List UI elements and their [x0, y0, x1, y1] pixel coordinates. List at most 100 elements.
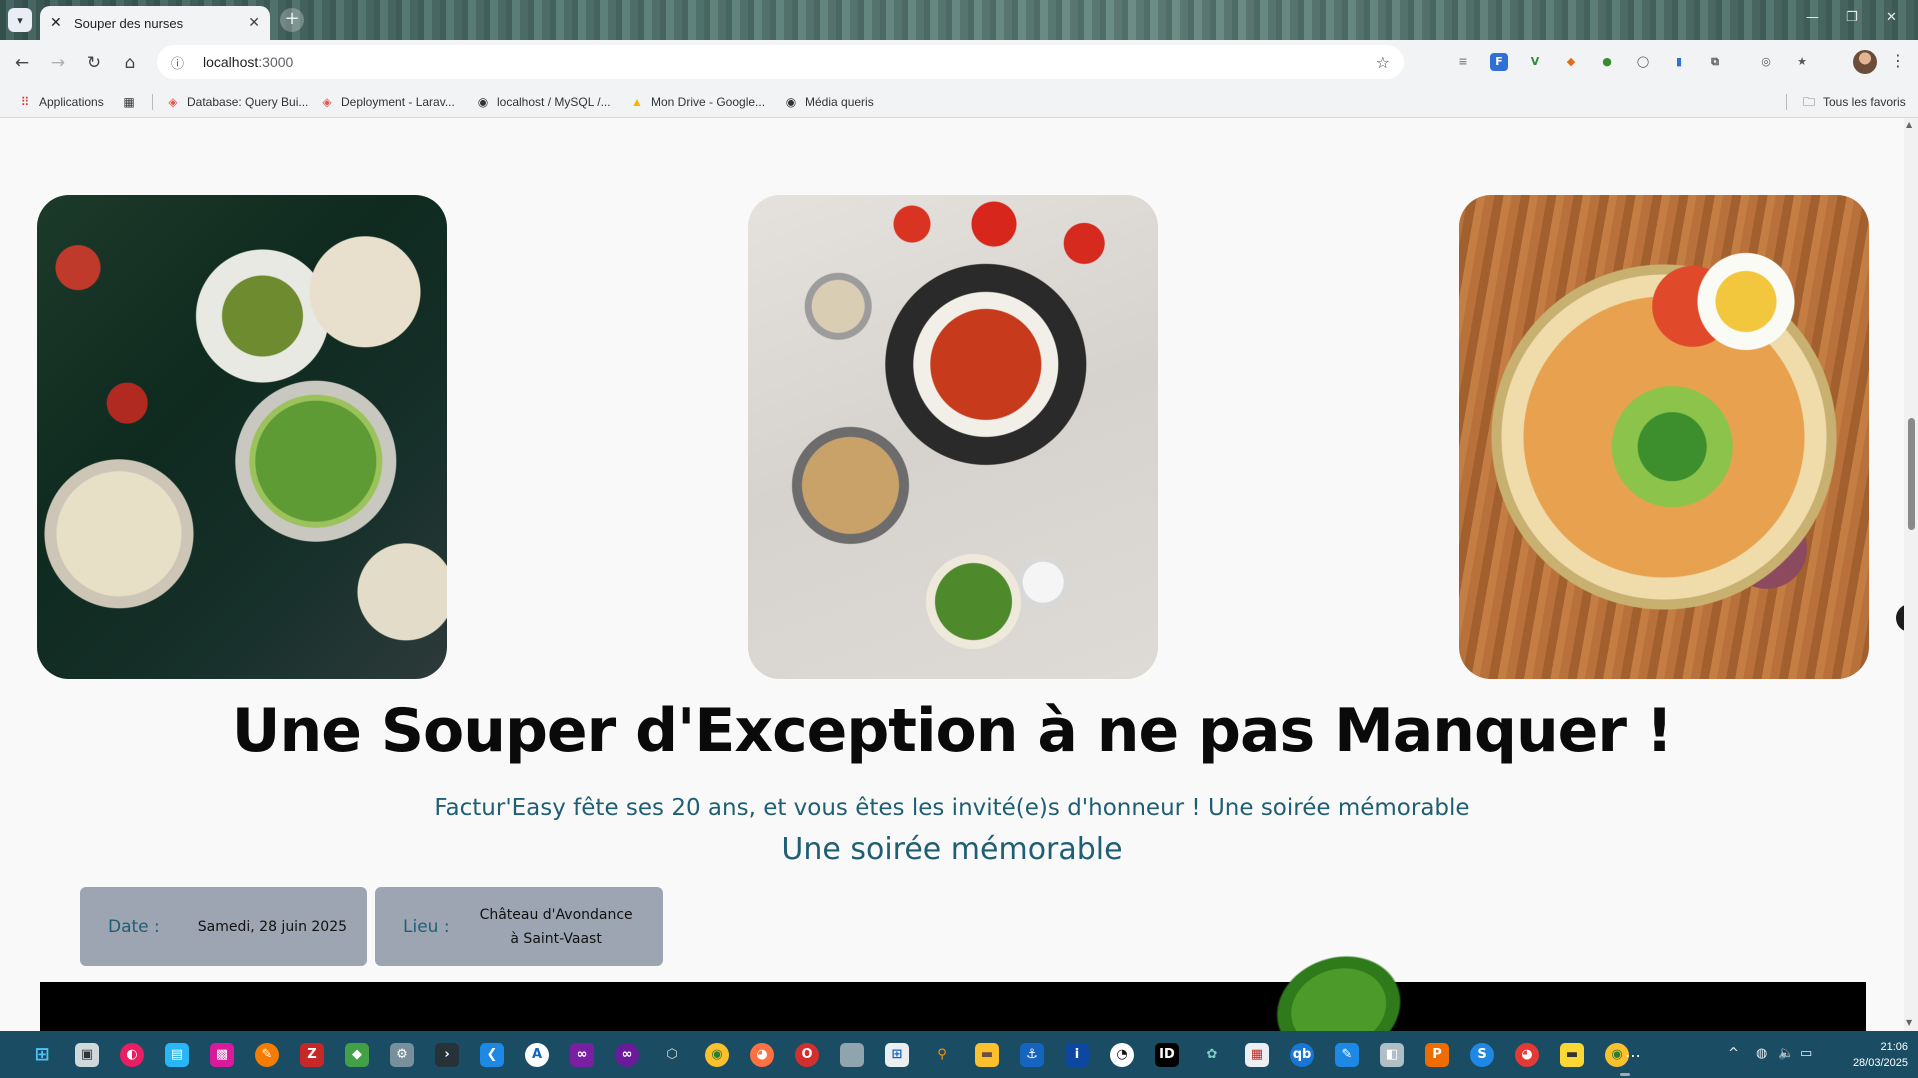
tab-search-button[interactable]: ▾ — [8, 8, 32, 32]
app-icon[interactable]: ⚓ — [1020, 1043, 1044, 1067]
app-icon[interactable]: ✎ — [255, 1043, 279, 1067]
bookmarks-star-icon[interactable]: ★ — [1793, 53, 1811, 71]
scroll-down-icon[interactable]: ▼ — [1906, 1018, 1912, 1027]
new-tab-button[interactable]: + — [280, 8, 304, 32]
url-text: localhost:3000 — [203, 54, 1376, 70]
app-icon[interactable]: ◐ — [120, 1043, 144, 1067]
date-value: Samedi, 28 juin 2025 — [197, 918, 348, 935]
app-icon[interactable]: ID — [1155, 1043, 1179, 1067]
grid-icon: ▦ — [123, 95, 135, 109]
side-floating-button[interactable] — [1896, 604, 1904, 632]
close-window-icon[interactable]: ✕ — [1886, 10, 1897, 25]
app-icon[interactable]: ◔ — [1110, 1043, 1134, 1067]
maximize-icon[interactable]: ❐ — [1846, 10, 1858, 25]
forward-arrow-icon[interactable]: → — [46, 51, 70, 75]
terminal-icon[interactable]: › — [435, 1043, 459, 1067]
app-icon[interactable]: ◕ — [1515, 1043, 1539, 1067]
active-tab[interactable]: ✕ Souper des nurses ✕ — [40, 6, 270, 40]
tab-groups-button[interactable]: ▦ — [122, 92, 143, 112]
hero-subtitle: Factur'Easy fête ses 20 ans, et vous ête… — [434, 795, 1470, 821]
opera-icon[interactable]: O — [795, 1043, 819, 1067]
close-tab-icon[interactable]: ✕ — [248, 15, 260, 31]
chevron-up-icon[interactable]: ^ — [1728, 1046, 1739, 1061]
date-label: Date : — [108, 916, 160, 937]
scroll-up-icon[interactable]: ▲ — [1906, 120, 1912, 129]
reload-icon[interactable]: ↻ — [82, 51, 106, 75]
app-icon[interactable] — [840, 1043, 864, 1067]
windows-start-icon[interactable]: ⊞ — [30, 1043, 54, 1067]
bookmark-applications[interactable]: ⠿ Applications — [18, 92, 104, 112]
bookmark-star-icon[interactable]: ☆ — [1376, 53, 1390, 72]
app-icon[interactable]: ▤ — [165, 1043, 189, 1067]
clock-date: 28/03/2025 — [1852, 1057, 1908, 1069]
app-icon[interactable]: ⚙ — [390, 1043, 414, 1067]
app-icon[interactable]: ◆ — [345, 1043, 369, 1067]
battery-icon[interactable]: ▭ — [1800, 1046, 1812, 1061]
app-icon[interactable]: i — [1065, 1043, 1089, 1067]
location-line-2: à Saint-Vaast — [510, 930, 602, 947]
app-icon[interactable]: ∞ — [570, 1043, 594, 1067]
chrome-icon[interactable]: ◉ — [705, 1043, 729, 1067]
volume-icon[interactable]: 🔈 — [1778, 1046, 1794, 1061]
bookmarks-bar: ⠿ Applications ▦ ◈ Database: Query Bui..… — [0, 85, 1918, 118]
bookmark-phpmyadmin[interactable]: ◉ localhost / MySQL /... — [476, 92, 611, 112]
file-explorer-icon[interactable]: ▬ — [975, 1043, 999, 1067]
food-image-tomato-soup — [748, 195, 1158, 679]
back-arrow-icon[interactable]: ← — [10, 51, 34, 75]
vscode-icon[interactable]: ❮ — [480, 1043, 504, 1067]
page-scrollbar[interactable]: ▲ ▼ — [1904, 118, 1918, 1031]
location-line-1: Château d'Avondance — [479, 906, 633, 923]
more-apps-icon[interactable]: ⋯ — [1625, 1046, 1641, 1065]
site-info-icon[interactable]: ⓘ — [171, 53, 191, 72]
extension-icon[interactable]: ▮ — [1670, 53, 1688, 71]
store-icon[interactable]: ⊞ — [885, 1043, 909, 1067]
food-image-noodle-bowl — [1459, 195, 1869, 679]
extensions-puzzle-icon[interactable]: ⧉ — [1706, 53, 1724, 71]
basil-leaf-decoration — [1248, 927, 1426, 1031]
home-icon[interactable]: ⌂ — [118, 51, 142, 75]
app-icon[interactable]: ∞ — [615, 1043, 639, 1067]
extension-icon[interactable]: ◆ — [1562, 53, 1580, 71]
app-icon[interactable]: A — [525, 1043, 549, 1067]
extension-icon[interactable]: V — [1526, 53, 1544, 71]
extension-icon[interactable]: ≡ — [1454, 53, 1472, 71]
app-icon[interactable]: ⬡ — [660, 1043, 684, 1067]
filezilla-icon[interactable]: Z — [300, 1043, 324, 1067]
globe-icon: ◉ — [477, 95, 489, 109]
bookmark-media-queries[interactable]: ◉ Média queris — [784, 92, 874, 112]
all-bookmarks-folder[interactable]: 🗀 Tous les favoris — [1802, 92, 1906, 112]
scrollbar-thumb[interactable] — [1908, 418, 1915, 530]
bookmark-deployment[interactable]: ◈ Deployment - Larav... — [320, 92, 454, 112]
extension-icon[interactable]: ● — [1598, 53, 1616, 71]
menu-kebab-icon[interactable]: ⋮ — [1890, 51, 1906, 70]
extension-icon[interactable]: ◯ — [1634, 53, 1652, 71]
pdf-icon[interactable]: P — [1425, 1043, 1449, 1067]
system-clock[interactable]: 21:06 28/03/2025 — [1836, 1039, 1908, 1071]
network-icon[interactable]: ◍ — [1756, 1046, 1767, 1061]
search-app-icon[interactable]: ⚲ — [930, 1043, 954, 1067]
app-icon[interactable]: ▦ — [1245, 1043, 1269, 1067]
screenshot-icon[interactable]: ◎ — [1757, 53, 1775, 71]
url-port: :3000 — [258, 54, 294, 70]
app-icon[interactable]: ◧ — [1380, 1043, 1404, 1067]
app-icon[interactable]: qb — [1290, 1043, 1314, 1067]
active-indicator — [1620, 1073, 1630, 1076]
bookmark-google-drive[interactable]: ▲ Mon Drive - Google... — [630, 92, 765, 112]
minimize-icon[interactable]: — — [1806, 10, 1819, 25]
page-viewport: Une Souper d'Exception à ne pas Manquer … — [0, 118, 1904, 1031]
app-icon[interactable]: ✿ — [1200, 1043, 1224, 1067]
laravel-icon: ◈ — [168, 95, 178, 109]
app-icon[interactable]: ✎ — [1335, 1043, 1359, 1067]
skype-icon[interactable]: S — [1470, 1043, 1494, 1067]
bookmark-query-builder[interactable]: ◈ Database: Query Bui... — [166, 92, 308, 112]
task-view-icon[interactable]: ▣ — [75, 1043, 99, 1067]
address-bar[interactable]: ⓘ localhost:3000 ☆ — [157, 45, 1404, 79]
profile-avatar[interactable] — [1853, 50, 1877, 74]
extension-icon[interactable]: F — [1490, 53, 1508, 71]
app-icon[interactable]: ▩ — [210, 1043, 234, 1067]
google-drive-icon: ▲ — [631, 95, 643, 109]
bookmark-label: Applications — [39, 95, 104, 109]
app-icon[interactable]: ▬ — [1560, 1043, 1584, 1067]
location-value: Château d'Avondance à Saint-Vaast — [480, 903, 633, 951]
firefox-icon[interactable]: ◕ — [750, 1043, 774, 1067]
